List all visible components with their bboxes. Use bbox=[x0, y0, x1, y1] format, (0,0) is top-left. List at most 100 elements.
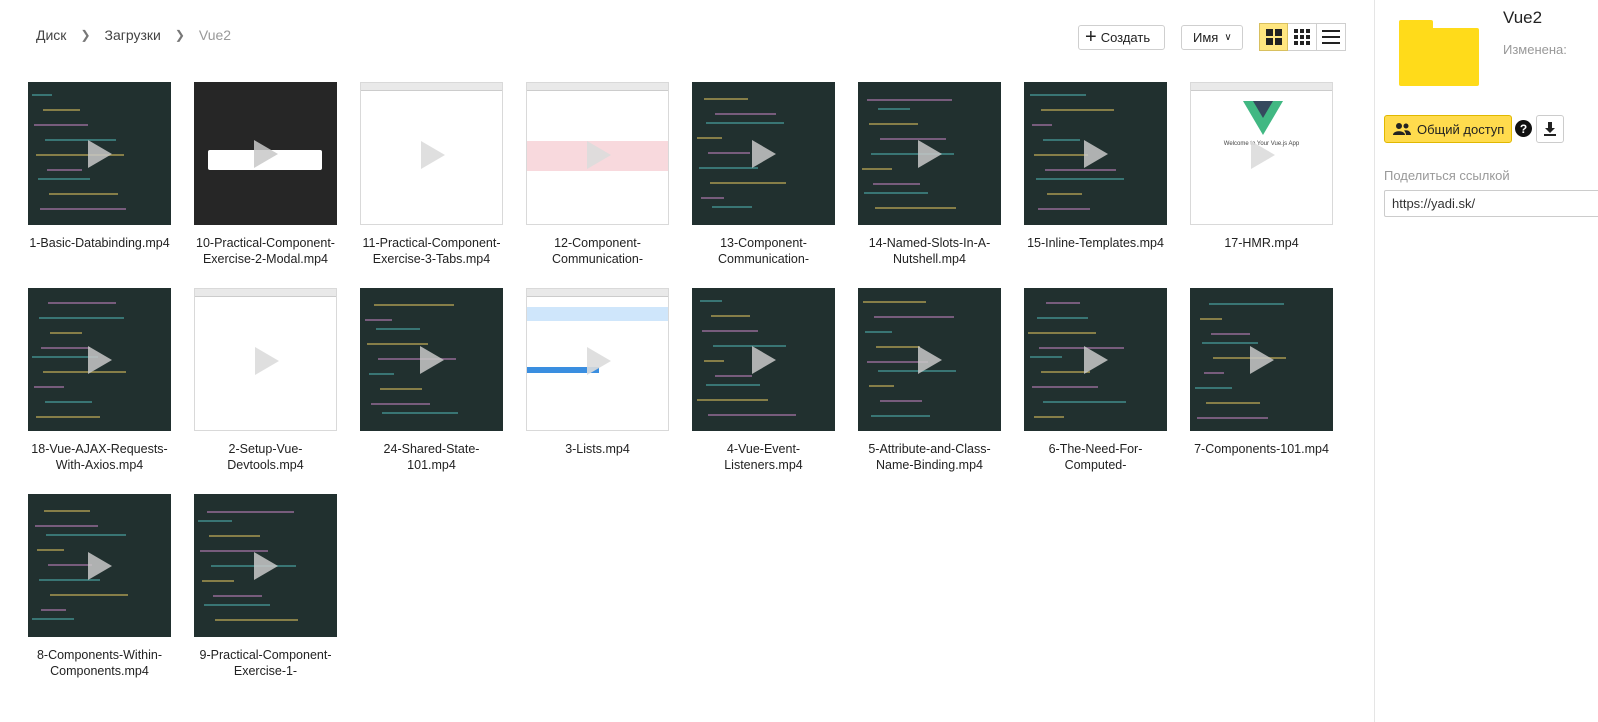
file-tile[interactable]: 4-Vue-Event-Listeners.mp4 bbox=[692, 288, 835, 473]
breadcrumb-disk[interactable]: Диск bbox=[36, 27, 66, 43]
sort-dropdown[interactable]: Имя ∨ bbox=[1181, 24, 1243, 50]
file-tile[interactable]: 13-Component-Communication- bbox=[692, 82, 835, 267]
users-icon bbox=[1393, 123, 1411, 135]
play-icon bbox=[752, 140, 776, 168]
file-tile[interactable]: 5-Attribute-and-Class-Name-Binding.mp4 bbox=[858, 288, 1001, 473]
modified-label: Изменена: bbox=[1503, 42, 1567, 57]
file-tile[interactable]: 6-The-Need-For-Computed- bbox=[1024, 288, 1167, 473]
breadcrumb-downloads[interactable]: Загрузки bbox=[105, 27, 161, 43]
file-tile[interactable]: 2-Setup-Vue-Devtools.mp4 bbox=[194, 288, 337, 473]
details-panel: Vue2 Изменена: Общий доступ ? Поделиться… bbox=[1374, 0, 1598, 722]
video-thumbnail[interactable] bbox=[360, 82, 503, 225]
play-icon bbox=[1084, 140, 1108, 168]
share-link-input[interactable] bbox=[1384, 190, 1598, 217]
video-thumbnail[interactable] bbox=[692, 288, 835, 431]
file-name: 18-Vue-AJAX-Requests-With-Axios.mp4 bbox=[31, 442, 168, 472]
toolbar: + Создать Имя ∨ bbox=[1078, 23, 1346, 51]
view-small-tiles-button[interactable] bbox=[1288, 23, 1317, 51]
video-thumbnail[interactable] bbox=[194, 494, 337, 637]
play-icon bbox=[1084, 346, 1108, 374]
file-tile[interactable]: Welcome to Your Vue.js App 17-HMR.mp4 bbox=[1190, 82, 1333, 251]
view-large-tiles-button[interactable] bbox=[1259, 23, 1288, 51]
file-tile[interactable]: 7-Components-101.mp4 bbox=[1190, 288, 1333, 457]
file-tile[interactable]: 3-Lists.mp4 bbox=[526, 288, 669, 457]
file-tile[interactable]: 11-Practical-Component-Exercise-3-Tabs.m… bbox=[360, 82, 503, 267]
play-icon bbox=[254, 140, 278, 168]
file-name: 7-Components-101.mp4 bbox=[1194, 442, 1329, 456]
video-thumbnail[interactable] bbox=[1190, 288, 1333, 431]
video-thumbnail[interactable] bbox=[526, 288, 669, 431]
list-icon bbox=[1322, 30, 1340, 44]
chevron-down-icon: ∨ bbox=[1224, 31, 1232, 43]
play-icon bbox=[88, 140, 112, 168]
help-icon[interactable]: ? bbox=[1515, 120, 1532, 137]
video-thumbnail[interactable] bbox=[28, 82, 171, 225]
file-tile[interactable]: 14-Named-Slots-In-A-Nutshell.mp4 bbox=[858, 82, 1001, 267]
vue-logo-icon bbox=[1243, 101, 1283, 135]
file-tile[interactable]: 24-Shared-State-101.mp4 bbox=[360, 288, 503, 473]
video-thumbnail[interactable] bbox=[360, 288, 503, 431]
view-switcher bbox=[1259, 23, 1346, 51]
folder-icon bbox=[1399, 20, 1479, 86]
file-tile[interactable]: 15-Inline-Templates.mp4 bbox=[1024, 82, 1167, 251]
play-icon bbox=[254, 552, 278, 580]
play-icon bbox=[88, 346, 112, 374]
video-thumbnail[interactable]: Welcome to Your Vue.js App bbox=[1190, 82, 1333, 225]
play-icon bbox=[587, 141, 611, 169]
play-icon bbox=[918, 140, 942, 168]
video-thumbnail[interactable] bbox=[28, 288, 171, 431]
video-thumbnail[interactable] bbox=[1024, 82, 1167, 225]
large-tiles-icon bbox=[1265, 29, 1282, 45]
video-thumbnail[interactable] bbox=[526, 82, 669, 225]
file-name: 8-Components-Within-Components.mp4 bbox=[36, 648, 163, 678]
file-name: 2-Setup-Vue-Devtools.mp4 bbox=[227, 442, 304, 472]
file-name: 11-Practical-Component-Exercise-3-Tabs.m… bbox=[362, 236, 501, 266]
play-icon bbox=[1250, 346, 1274, 374]
file-tile[interactable]: 18-Vue-AJAX-Requests-With-Axios.mp4 bbox=[28, 288, 171, 473]
create-button[interactable]: + Создать bbox=[1078, 24, 1165, 50]
video-thumbnail[interactable] bbox=[858, 288, 1001, 431]
chevron-right-icon: ❯ bbox=[174, 28, 185, 42]
file-name: 3-Lists.mp4 bbox=[565, 442, 630, 456]
play-icon bbox=[752, 346, 776, 374]
download-icon bbox=[1544, 122, 1556, 136]
play-icon bbox=[255, 347, 279, 375]
file-tile[interactable]: 12-Component-Communication- bbox=[526, 82, 669, 267]
sort-label: Имя bbox=[1193, 29, 1219, 45]
video-thumbnail[interactable] bbox=[858, 82, 1001, 225]
view-list-button[interactable] bbox=[1317, 23, 1346, 51]
small-tiles-icon bbox=[1294, 29, 1310, 45]
play-icon bbox=[1251, 141, 1275, 169]
download-button[interactable] bbox=[1536, 115, 1564, 143]
panel-title: Vue2 bbox=[1503, 8, 1543, 27]
video-thumbnail[interactable] bbox=[194, 82, 337, 225]
file-name: 12-Component-Communication- bbox=[551, 236, 643, 266]
file-tile[interactable]: 8-Components-Within-Components.mp4 bbox=[28, 494, 171, 679]
create-button-label: Создать bbox=[1100, 29, 1151, 45]
breadcrumb-current: Vue2 bbox=[198, 27, 232, 43]
file-tile[interactable]: 9-Practical-Component-Exercise-1- bbox=[194, 494, 337, 679]
video-thumbnail[interactable] bbox=[194, 288, 337, 431]
file-tile[interactable]: 1-Basic-Databinding.mp4 bbox=[28, 82, 171, 251]
file-name: 10-Practical-Component-Exercise-2-Modal.… bbox=[196, 236, 335, 266]
share-button-label: Общий доступ bbox=[1417, 121, 1505, 137]
share-link-label: Поделиться ссылкой bbox=[1384, 168, 1510, 183]
chevron-right-icon: ❯ bbox=[80, 28, 91, 42]
play-icon bbox=[587, 347, 611, 375]
video-thumbnail[interactable] bbox=[692, 82, 835, 225]
plus-icon: + bbox=[1085, 26, 1097, 48]
play-icon bbox=[88, 552, 112, 580]
file-name: 6-The-Need-For-Computed- bbox=[1048, 442, 1143, 472]
file-name: 24-Shared-State-101.mp4 bbox=[383, 442, 480, 472]
play-icon bbox=[421, 141, 445, 169]
file-name: 4-Vue-Event-Listeners.mp4 bbox=[724, 442, 803, 472]
file-name: 15-Inline-Templates.mp4 bbox=[1027, 236, 1164, 250]
play-icon bbox=[918, 346, 942, 374]
file-tile[interactable]: 10-Practical-Component-Exercise-2-Modal.… bbox=[194, 82, 337, 267]
file-name: 17-HMR.mp4 bbox=[1224, 236, 1299, 250]
play-icon bbox=[420, 346, 444, 374]
share-button[interactable]: Общий доступ bbox=[1384, 115, 1512, 143]
video-thumbnail[interactable] bbox=[1024, 288, 1167, 431]
file-name: 5-Attribute-and-Class-Name-Binding.mp4 bbox=[868, 442, 991, 472]
video-thumbnail[interactable] bbox=[28, 494, 171, 637]
